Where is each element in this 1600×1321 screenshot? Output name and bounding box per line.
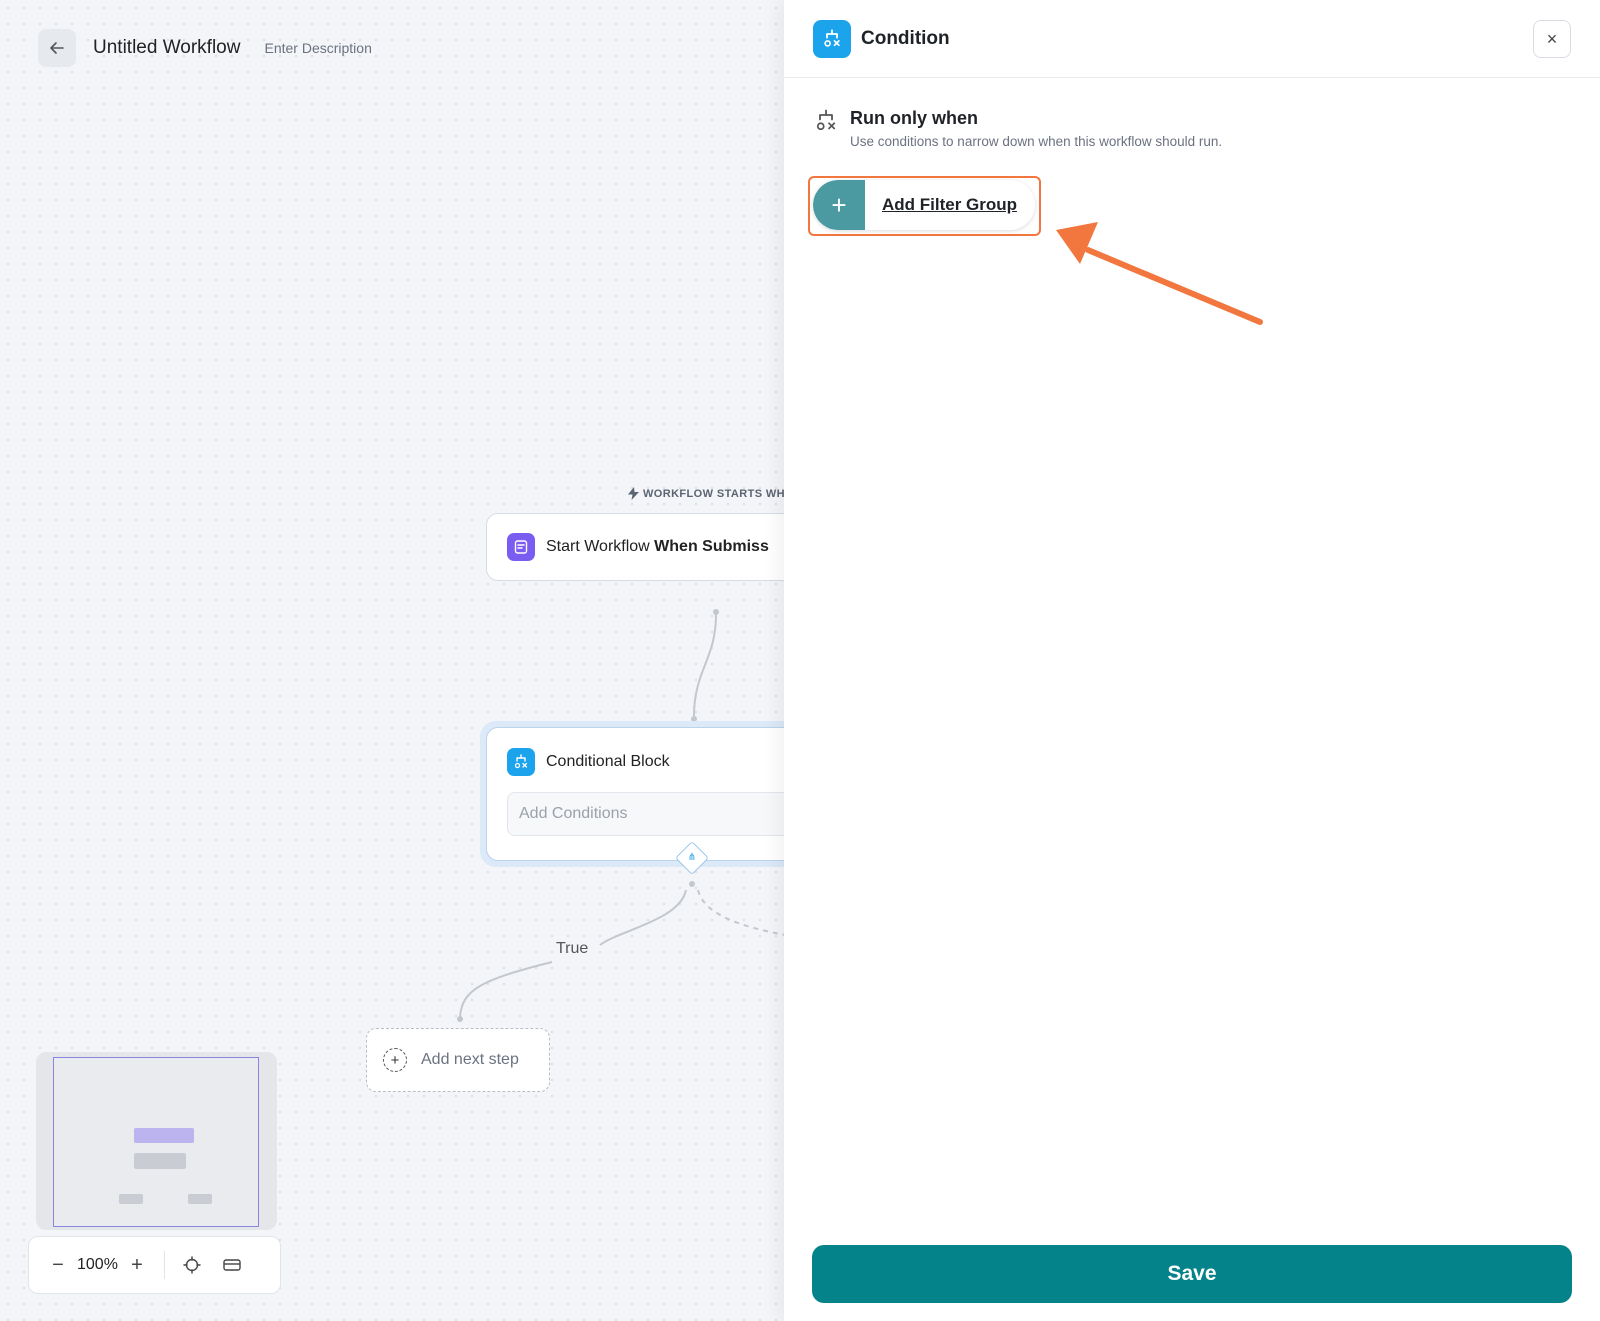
save-button[interactable]: Save xyxy=(812,1245,1572,1303)
conditional-block-title: Conditional Block xyxy=(546,753,670,770)
panel-header: Condition × xyxy=(784,0,1600,78)
minimap-node xyxy=(188,1194,212,1204)
zoom-level: 100% xyxy=(77,1256,118,1273)
condition-icon xyxy=(813,19,851,58)
add-conditions-field[interactable]: Add Conditions xyxy=(507,792,805,836)
panel-title: Condition xyxy=(861,27,950,49)
fit-view-button[interactable] xyxy=(219,1252,245,1278)
fit-view-icon xyxy=(223,1259,241,1271)
add-filter-group-button[interactable]: + Add Filter Group xyxy=(813,180,1035,230)
zoom-out-button[interactable]: − xyxy=(45,1252,71,1278)
trigger-label-text: WORKFLOW STARTS WH xyxy=(643,487,786,500)
condition-icon xyxy=(507,748,535,776)
divider xyxy=(163,1251,165,1279)
minimap-node xyxy=(134,1153,186,1169)
run-only-when-section: Run only when Use conditions to narrow d… xyxy=(814,108,1222,149)
add-filter-group-label: Add Filter Group xyxy=(882,195,1018,214)
minimap-node xyxy=(134,1128,194,1143)
annotation-arrow-icon xyxy=(1056,222,1263,325)
run-only-when-subtitle: Use conditions to narrow down when this … xyxy=(850,134,1223,149)
condition-branch-icon xyxy=(816,109,836,131)
start-node-label: Start Workflow When Submiss xyxy=(546,538,769,556)
condition-small-icon: ⋔ xyxy=(687,852,697,863)
run-only-when-title: Run only when xyxy=(850,108,978,128)
minimap-node xyxy=(119,1194,143,1204)
lightning-icon xyxy=(628,487,639,500)
conditional-block-node[interactable]: Conditional Block Add Conditions xyxy=(486,727,826,861)
crosshair-icon xyxy=(183,1256,201,1274)
close-icon: × xyxy=(1546,28,1558,49)
true-branch-label: True xyxy=(556,940,589,957)
zoom-controls: − 100% + xyxy=(28,1236,281,1294)
add-next-step-button[interactable]: + Add next step xyxy=(366,1028,550,1092)
start-node-bold-text: When Submiss xyxy=(654,538,769,555)
minimap[interactable] xyxy=(36,1052,277,1230)
zoom-in-button[interactable]: + xyxy=(124,1252,150,1278)
start-workflow-node[interactable]: Start Workflow When Submiss xyxy=(486,513,826,581)
recenter-button[interactable] xyxy=(179,1252,205,1278)
condition-panel: Condition × Run only when Use conditions… xyxy=(784,0,1600,1321)
trigger-label: WORKFLOW STARTS WH xyxy=(628,487,785,500)
start-node-text: Start Workflow xyxy=(546,538,655,555)
plus-icon: + xyxy=(813,180,865,230)
form-icon xyxy=(507,533,535,561)
add-next-step-label: Add next step xyxy=(421,1051,519,1068)
minimap-viewport[interactable] xyxy=(53,1057,259,1227)
plus-circle-icon: + xyxy=(383,1048,407,1072)
close-button[interactable]: × xyxy=(1533,20,1571,58)
